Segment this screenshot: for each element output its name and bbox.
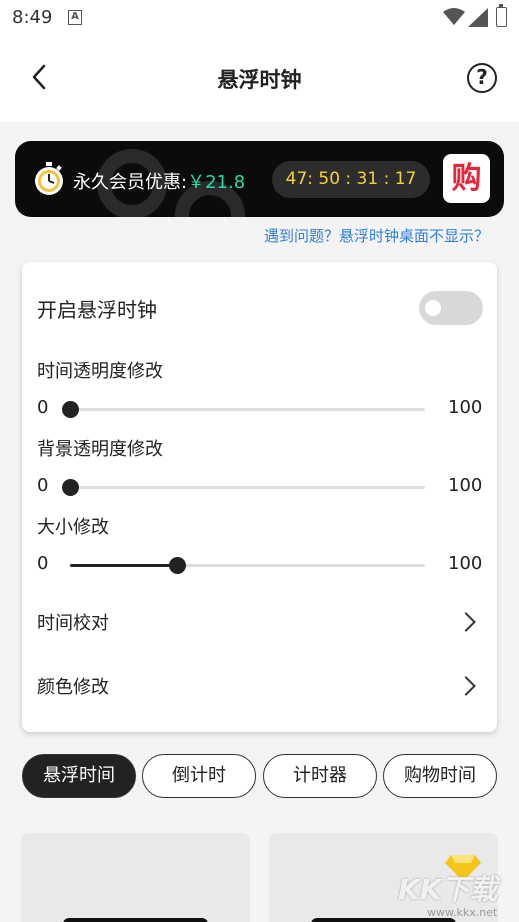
status-bar: 8:49 A	[0, 0, 519, 36]
size-slider[interactable]: 0 100	[22, 551, 497, 581]
wifi-icon	[443, 8, 465, 25]
settings-card: 开启悬浮时钟 时间透明度修改 0 100 背景透明度修改 0 100 大小修改 …	[22, 262, 497, 732]
page-title: 悬浮时钟	[217, 68, 302, 92]
buy-button[interactable]: 购	[443, 154, 490, 203]
watermark-url: www.kkx.net	[427, 906, 498, 919]
help-icon[interactable]: ?	[467, 63, 497, 93]
battery-icon	[496, 4, 507, 27]
tab-countdown[interactable]: 倒计时	[142, 754, 256, 798]
time-opacity-label: 时间透明度修改	[37, 361, 163, 382]
slider-thumb[interactable]	[169, 557, 186, 574]
chevron-right-icon[interactable]	[456, 612, 476, 632]
vip-promo-banner[interactable]: 永久会员优惠:￥21.8 47: 50 : 31 : 17 购	[15, 141, 504, 217]
size-label: 大小修改	[37, 517, 109, 538]
time-opacity-slider[interactable]: 0 100	[22, 395, 497, 425]
tab-timer[interactable]: 计时器	[263, 754, 377, 798]
toggle-knob	[425, 300, 441, 316]
slider-max: 100	[448, 553, 483, 574]
signal-icon	[468, 8, 488, 27]
status-time: 8:49	[12, 7, 53, 28]
slider-track[interactable]	[62, 401, 425, 418]
app-header: 悬浮时钟 ?	[0, 36, 519, 122]
banner-decoration-dot	[119, 153, 129, 163]
slider-track[interactable]	[62, 479, 425, 496]
preview-clock	[63, 918, 208, 922]
promo-text: 永久会员优惠:￥21.8	[73, 168, 245, 194]
tab-float-time[interactable]: 悬浮时间	[22, 754, 136, 798]
enable-clock-label: 开启悬浮时钟	[37, 298, 157, 322]
slider-max: 100	[448, 475, 483, 496]
time-calibrate-row[interactable]: 时间校对	[37, 609, 109, 635]
slider-thumb[interactable]	[62, 479, 79, 496]
watermark-logo: KK下载	[398, 873, 498, 906]
enable-clock-toggle[interactable]	[419, 291, 483, 325]
mode-tabs: 悬浮时间 倒计时 计时器 购物时间	[22, 754, 502, 798]
promo-countdown: 47: 50 : 31 : 17	[272, 161, 430, 198]
help-link[interactable]: 遇到问题？悬浮时钟桌面不显示？	[264, 225, 489, 246]
color-row[interactable]: 颜色修改	[37, 673, 109, 699]
bg-opacity-label: 背景透明度修改	[37, 439, 163, 460]
slider-track[interactable]	[70, 557, 425, 574]
slider-min: 0	[37, 475, 49, 496]
promo-label: 永久会员优惠:	[73, 172, 188, 193]
stopwatch-icon	[35, 162, 63, 195]
notification-a-icon: A	[68, 10, 82, 25]
tab-shopping-time[interactable]: 购物时间	[383, 754, 497, 798]
slider-min: 0	[37, 553, 49, 574]
slider-fill	[70, 564, 177, 567]
slider-min: 0	[37, 397, 49, 418]
slider-max: 100	[448, 397, 483, 418]
chevron-right-icon[interactable]	[456, 676, 476, 696]
style-preview-card[interactable]	[21, 833, 250, 922]
bg-opacity-slider[interactable]: 0 100	[22, 473, 497, 503]
promo-price: ￥21.8	[187, 172, 246, 193]
slider-thumb[interactable]	[62, 401, 79, 418]
